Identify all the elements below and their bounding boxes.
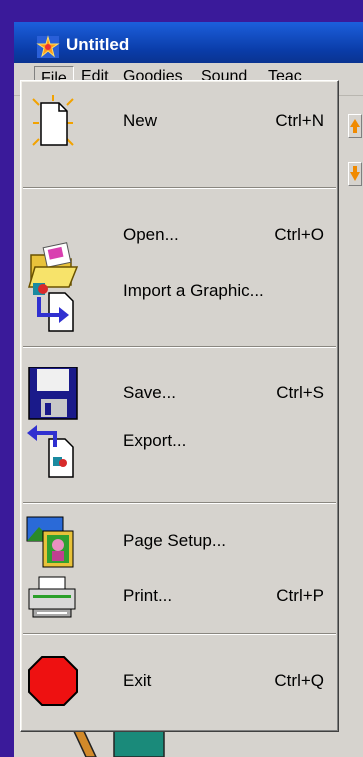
- menu-item-label: Import a Graphic...: [123, 281, 264, 300]
- menu-item-print[interactable]: Print... Ctrl+P: [21, 571, 338, 627]
- export-icon: [27, 425, 74, 478]
- stop-sign-icon: [28, 656, 78, 706]
- menu-item-label: New: [123, 111, 158, 130]
- menu-separator: [23, 502, 336, 504]
- shortcut-label: Ctrl+Q: [274, 671, 324, 690]
- shortcut-label: Ctrl+O: [274, 225, 324, 244]
- menu-item-new[interactable]: New Ctrl+N: [21, 93, 338, 149]
- page-setup-icon: [26, 516, 74, 568]
- window-title: Untitled: [66, 35, 130, 54]
- scroll-down-button[interactable]: [348, 162, 362, 186]
- printer-icon: [28, 576, 76, 618]
- file-menu-dropdown: New Ctrl+N Open... Ctrl+O Import a Graph…: [20, 80, 339, 732]
- screen: Untitled File Edit Goodies Sound Teac Ne…: [0, 0, 363, 757]
- menu-separator: [23, 346, 336, 348]
- menu-separator: [23, 633, 336, 635]
- menu-item-export[interactable]: Export...: [21, 425, 338, 481]
- menu-item-label: Print...: [123, 586, 173, 605]
- menu-item-save[interactable]: Save... Ctrl+S: [21, 367, 338, 423]
- menu-item-label: Exit: [123, 671, 152, 690]
- title-bar[interactable]: Untitled: [14, 22, 363, 63]
- shortcut-label: Ctrl+S: [276, 383, 324, 402]
- shortcut-label: Ctrl+N: [275, 111, 324, 130]
- arrow-up-icon: [350, 119, 360, 133]
- new-document-icon: [32, 95, 74, 146]
- menu-item-page-setup[interactable]: Page Setup...: [21, 513, 338, 569]
- app-icon: [36, 35, 60, 58]
- scroll-up-button[interactable]: [348, 114, 362, 138]
- menu-item-import-graphic[interactable]: Import a Graphic...: [21, 279, 338, 335]
- menu-item-label: Export...: [123, 431, 187, 450]
- menu-item-label: Save...: [123, 383, 176, 402]
- import-graphic-icon: [33, 283, 74, 332]
- menu-separator: [23, 187, 336, 189]
- menu-item-label: Page Setup...: [123, 531, 227, 550]
- arrow-down-icon: [350, 166, 360, 181]
- floppy-disk-icon: [28, 367, 78, 420]
- menu-item-label: Open...: [123, 225, 179, 244]
- shortcut-label: Ctrl+P: [276, 586, 324, 605]
- menu-item-exit[interactable]: Exit Ctrl+Q: [21, 653, 338, 709]
